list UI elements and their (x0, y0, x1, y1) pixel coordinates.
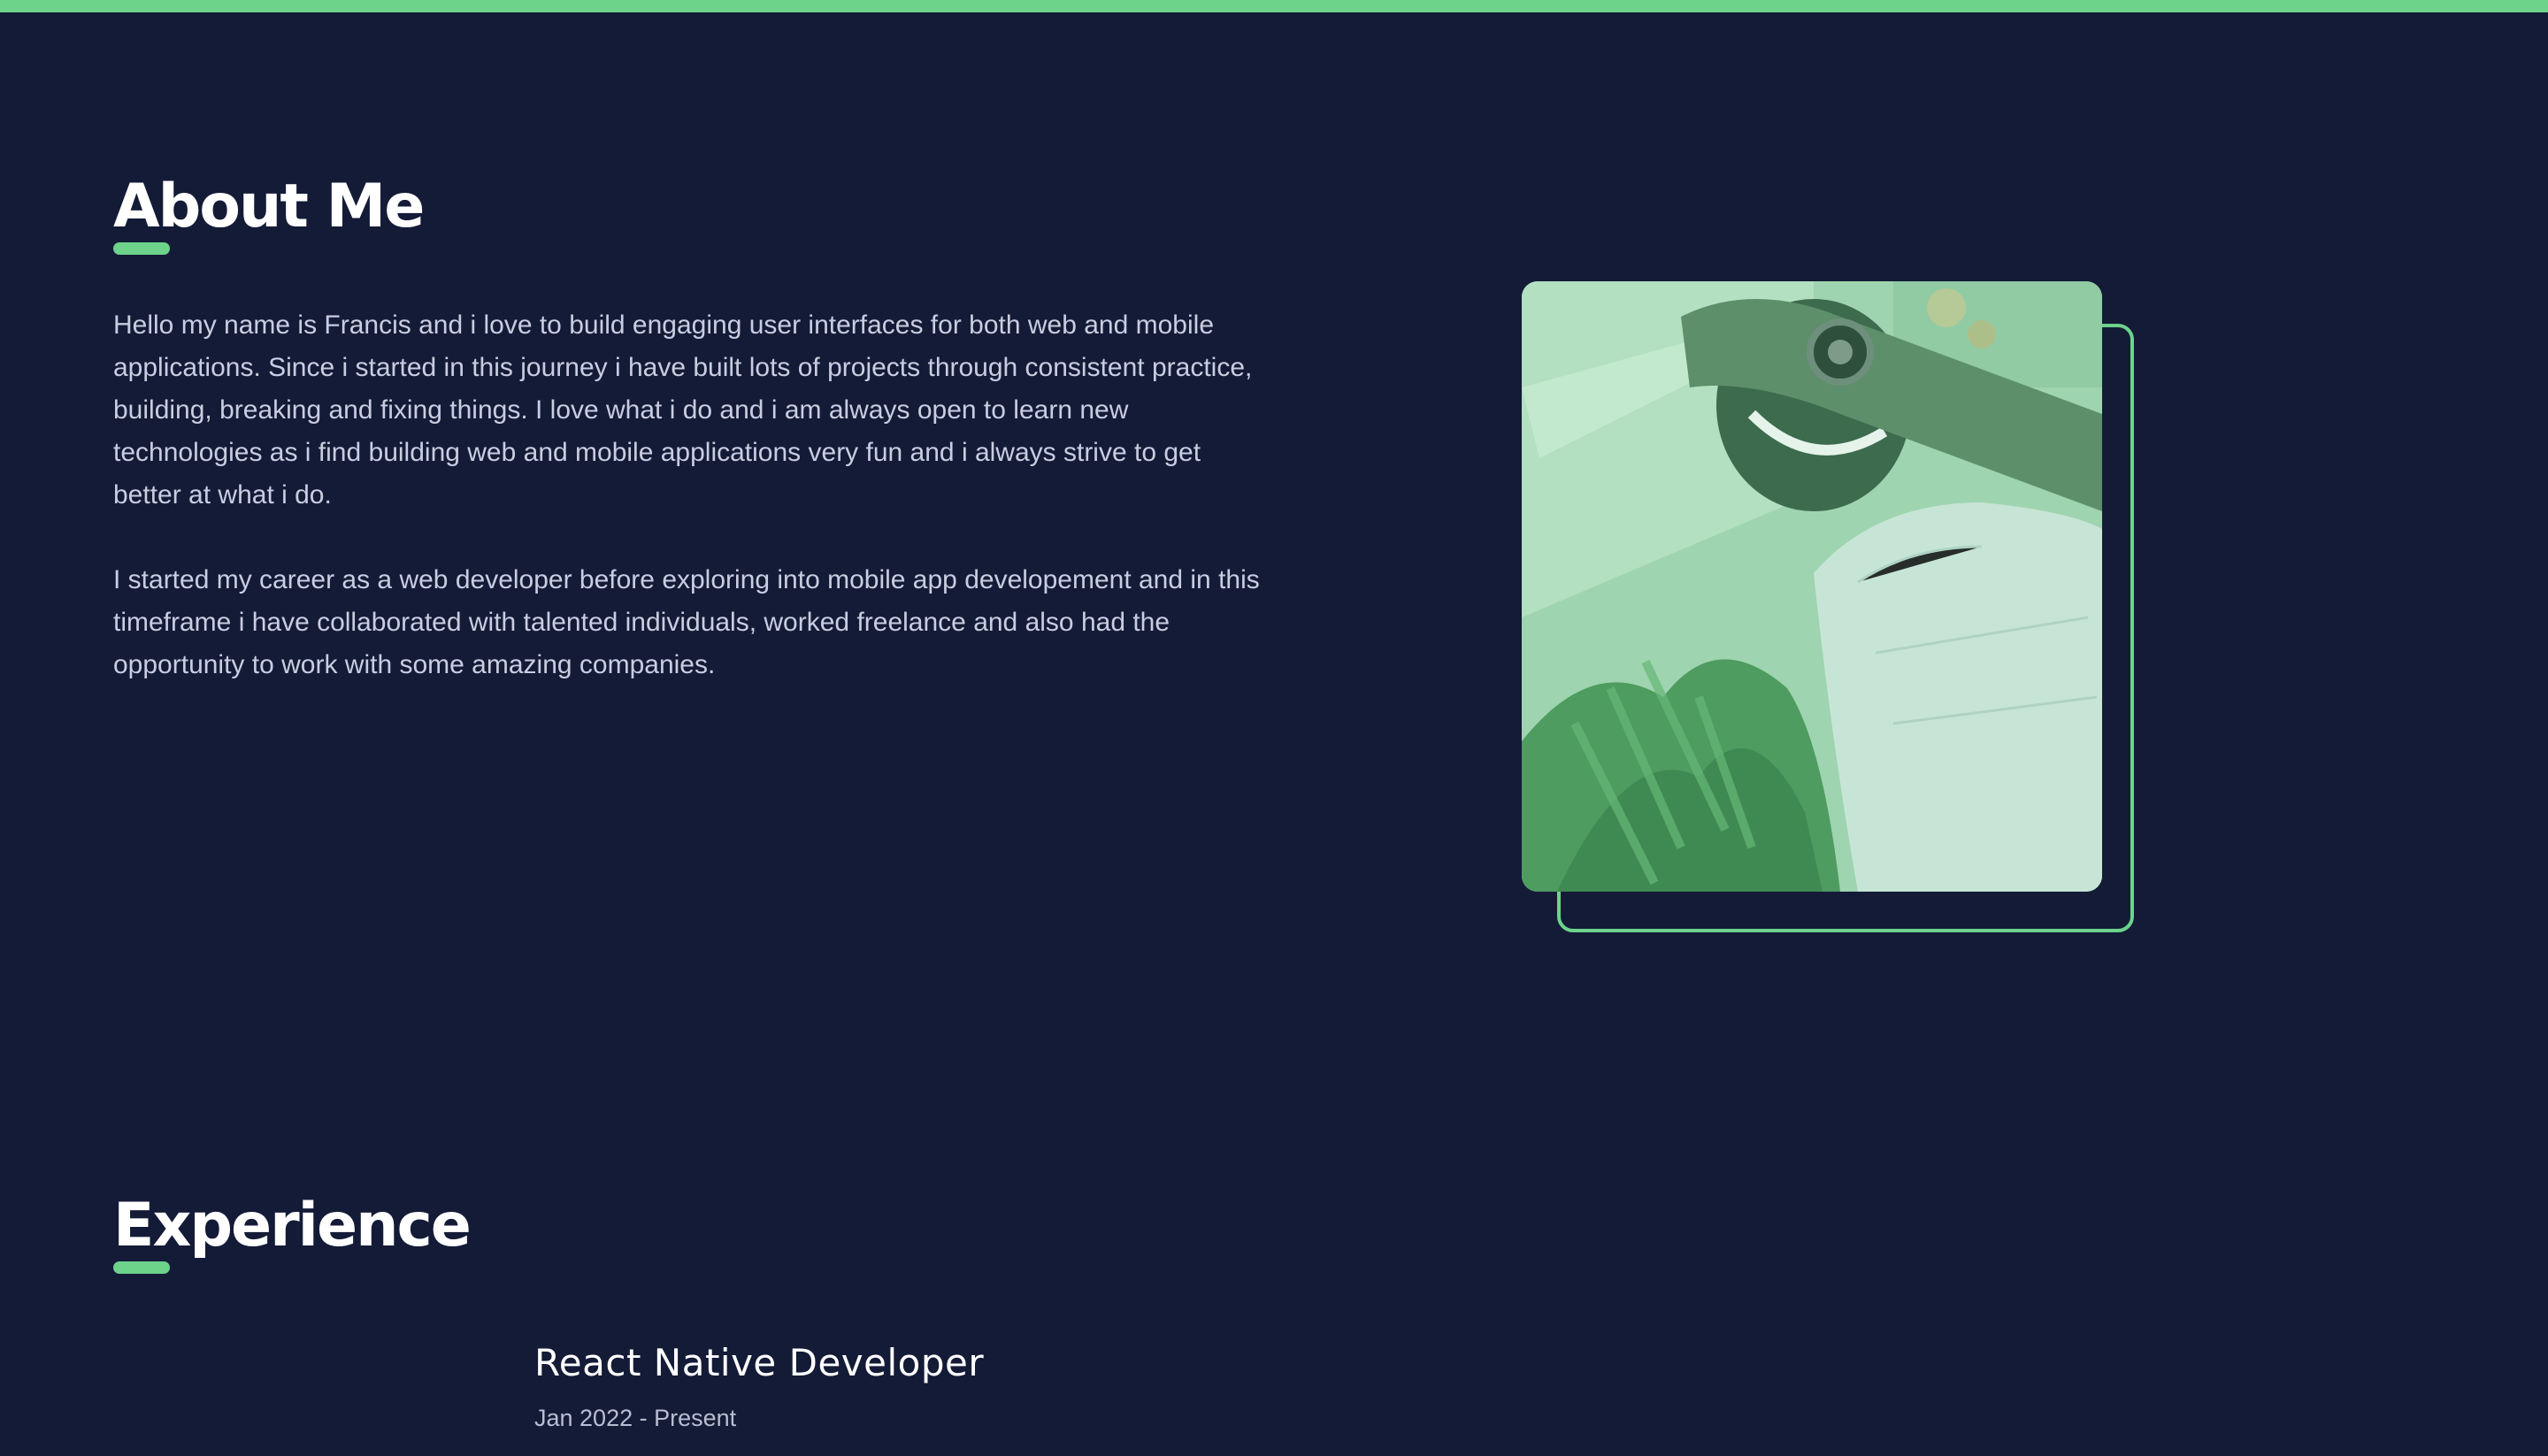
experience-title: Experience (113, 1191, 472, 1261)
about-title: About Me (113, 172, 425, 241)
about-title-underline (113, 242, 170, 255)
experience-title-underline (113, 1261, 170, 1274)
top-accent-bar (0, 0, 2548, 12)
job-dates: Jan 2022 - Present (534, 1405, 737, 1431)
about-text: Hello my name is Francis and i love to b… (113, 304, 1272, 729)
about-paragraph: I started my career as a web developer b… (113, 565, 1260, 679)
profile-photo (1522, 281, 2102, 892)
about-paragraph: Hello my name is Francis and i love to b… (113, 310, 1253, 510)
job-role: React Native Developer (534, 1341, 985, 1384)
